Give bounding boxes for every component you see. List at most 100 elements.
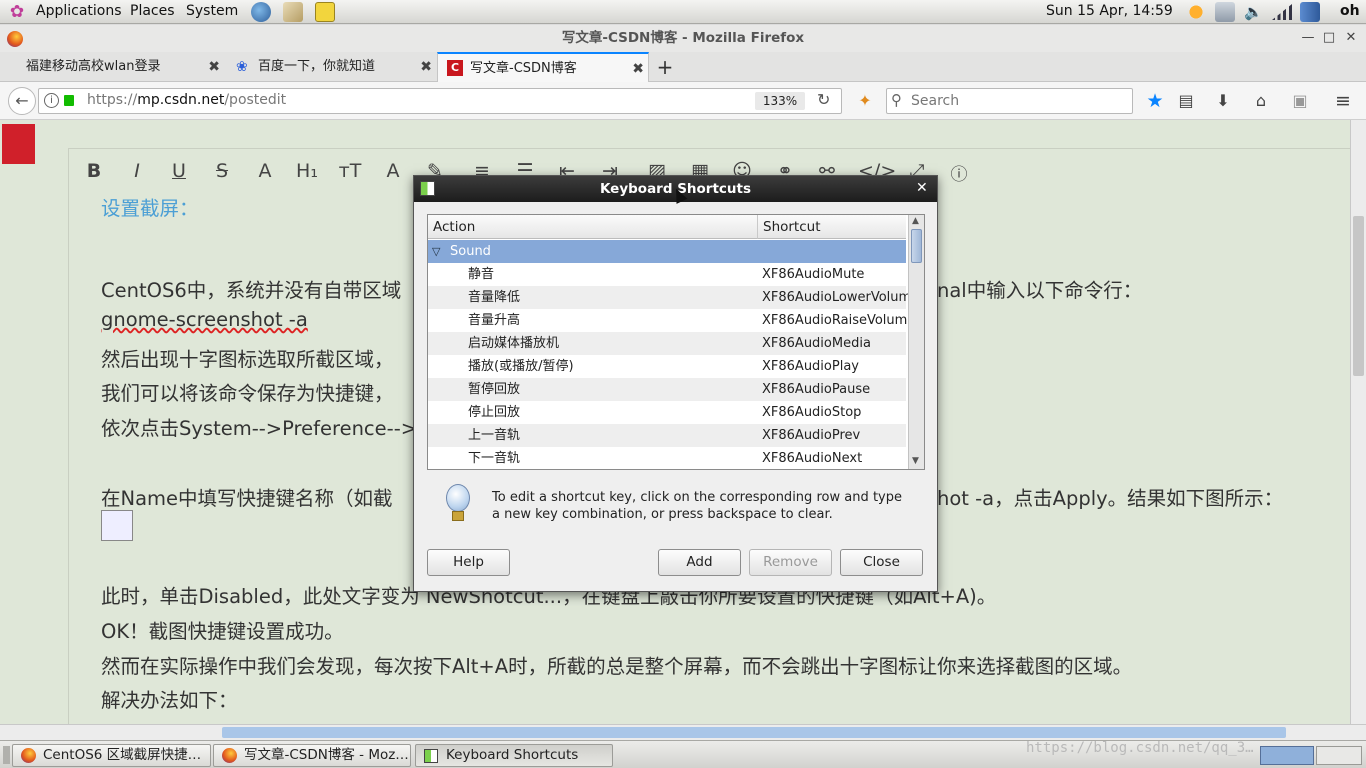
shortcut-row[interactable]: 音量升高 XF86AudioRaiseVolum	[428, 309, 907, 332]
minimize-button[interactable]: —	[1301, 31, 1315, 45]
workspace-switcher-2[interactable]	[1316, 746, 1362, 765]
menu-applications[interactable]: Applications	[36, 3, 122, 19]
extension-icon[interactable]: ✦	[855, 92, 875, 110]
taskbar-item-centos-article[interactable]: CentOS6 区域截屏快捷…	[12, 744, 211, 767]
shortcut-row[interactable]: 暂停回放 XF86AudioPause	[428, 378, 906, 401]
reading-list-icon[interactable]: ▤	[1176, 92, 1196, 110]
pocket-icon[interactable]: ▣	[1290, 92, 1310, 110]
info-text: To edit a shortcut key, click on the cor…	[492, 490, 902, 522]
network-icon[interactable]	[1215, 2, 1235, 22]
scroll-thumb[interactable]	[222, 727, 1286, 738]
remove-button[interactable]: Remove	[749, 549, 832, 576]
shortcut-row[interactable]: 启动媒体播放机 XF86AudioMedia	[428, 332, 906, 355]
close-window-button[interactable]: ✕	[1344, 31, 1358, 45]
vertical-scrollbar[interactable]	[1350, 120, 1366, 724]
tree-group-sound[interactable]: ▽ Sound	[428, 240, 906, 263]
text-line: 解决办法如下：	[101, 689, 238, 712]
font-color-icon[interactable]: A	[253, 160, 277, 182]
signal-icon[interactable]	[1272, 4, 1292, 20]
info-icon[interactable]: i	[44, 93, 59, 108]
firefox-icon	[222, 748, 237, 763]
dialog-close-icon[interactable]: ✕	[916, 180, 928, 196]
shortcut-row[interactable]: 下一音轨 XF86AudioNext	[428, 447, 906, 469]
shortcut-row[interactable]: 上一音轨 XF86AudioPrev	[428, 424, 906, 447]
row-action: 暂停回放	[468, 382, 521, 397]
search-icon: ⚲	[891, 91, 902, 109]
font-size-icon[interactable]: ᴛT	[338, 160, 362, 182]
menu-system[interactable]: System	[186, 3, 238, 19]
close-button[interactable]: Close	[840, 549, 923, 576]
taskbar-item-keyboard-shortcuts[interactable]: Keyboard Shortcuts	[415, 744, 613, 767]
mail-launcher-icon[interactable]	[283, 2, 303, 22]
italic-icon[interactable]: I	[125, 160, 149, 182]
panel-clock[interactable]: Sun 15 Apr, 14:59	[1046, 3, 1173, 19]
strikethrough-icon[interactable]: S	[210, 160, 234, 182]
taskbar-item-label: Keyboard Shortcuts	[446, 747, 579, 763]
tab-close-icon[interactable]: ✖	[632, 54, 644, 84]
lock-icon	[64, 95, 74, 106]
tab-label: 百度一下，你就知道	[258, 59, 376, 74]
bold-icon[interactable]: B	[82, 160, 106, 182]
heading-icon[interactable]: H₁	[295, 160, 319, 182]
window-title: 写文章-CSDN博客 - Mozilla Firefox	[0, 25, 1366, 52]
bookmark-star-icon[interactable]: ★	[1145, 92, 1165, 111]
menu-places[interactable]: Places	[130, 3, 175, 19]
back-button[interactable]: ←	[8, 87, 36, 115]
workspace-switcher[interactable]	[1260, 746, 1314, 765]
shortcut-row[interactable]: 播放(或播放/暂停) XF86AudioPlay	[428, 355, 906, 378]
maximize-button[interactable]: □	[1322, 31, 1336, 45]
url-text[interactable]: https://mp.csdn.net/postedit	[87, 92, 286, 108]
tab-csdn-write[interactable]: C 写文章-CSDN博客 ✖	[437, 52, 649, 82]
tab-wlan[interactable]: 福建移动高校wlan登录 ✖	[0, 52, 224, 82]
row-shortcut: XF86AudioMedia	[762, 336, 871, 351]
reload-icon[interactable]: ↻	[817, 90, 830, 109]
battery-icon[interactable]	[1300, 2, 1320, 22]
keyboard-icon	[424, 749, 438, 763]
text-line: 然而在实际操作中我们会发现，每次按下Alt+A时，所截的总是整个屏幕，而不会跳出…	[101, 655, 1133, 678]
underline-icon[interactable]: U	[167, 160, 191, 182]
volume-icon[interactable]: 🔈	[1244, 3, 1264, 21]
gnome-foot-icon[interactable]: ✿	[6, 2, 28, 22]
shortcut-tree[interactable]: Action Shortcut ▽ Sound 静音 XF86AudioMute …	[427, 214, 925, 470]
tab-label: 写文章-CSDN博客	[470, 61, 577, 76]
tab-close-icon[interactable]: ✖	[208, 52, 220, 82]
row-action: 播放(或播放/暂停)	[468, 359, 574, 374]
panel-user[interactable]: oh	[1340, 3, 1360, 19]
scroll-down-icon[interactable]: ▼	[912, 456, 919, 466]
browser-launcher-icon[interactable]	[251, 2, 271, 22]
broken-image-icon[interactable]	[101, 510, 133, 541]
expander-triangle-icon[interactable]: ▽	[432, 240, 440, 263]
url-bar[interactable]: i https://mp.csdn.net/postedit 133% ↻	[38, 88, 842, 114]
shortcut-row[interactable]: 静音 XF86AudioMute	[428, 263, 906, 286]
scroll-thumb[interactable]	[1353, 216, 1364, 376]
section-heading: 设置截屏：	[101, 197, 199, 220]
scroll-up-icon[interactable]: ▲	[912, 216, 919, 226]
add-button[interactable]: Add	[658, 549, 741, 576]
taskbar-item-firefox[interactable]: 写文章-CSDN博客 - Moz…	[213, 744, 411, 767]
text-line: 依次点击System-->Preference-->	[101, 417, 418, 440]
update-icon[interactable]	[1186, 2, 1206, 22]
downloads-icon[interactable]: ⬇	[1213, 92, 1233, 110]
menu-hamburger-icon[interactable]: ≡	[1333, 92, 1353, 111]
shortcut-row[interactable]: 音量降低 XF86AudioLowerVolum	[428, 286, 911, 309]
help-icon[interactable]: ⓘ	[947, 160, 971, 185]
horizontal-scrollbar[interactable]	[0, 724, 1366, 740]
shortcut-row[interactable]: 停止回放 XF86AudioStop	[428, 401, 906, 424]
column-header-shortcut[interactable]: Shortcut	[758, 215, 906, 239]
show-desktop-icon[interactable]	[3, 746, 10, 764]
column-header-action[interactable]: Action	[428, 215, 758, 239]
zoom-level[interactable]: 133%	[755, 92, 805, 110]
taskbar-item-label: 写文章-CSDN博客 - Moz…	[244, 747, 409, 763]
home-icon[interactable]: ⌂	[1251, 92, 1271, 110]
csdn-side-tab[interactable]	[2, 124, 35, 164]
search-bar[interactable]: ⚲ Search	[886, 88, 1133, 114]
tab-close-icon[interactable]: ✖	[420, 52, 432, 82]
new-tab-button[interactable]: +	[656, 55, 674, 79]
text-style-icon[interactable]: A	[381, 160, 405, 182]
help-button[interactable]: Help	[427, 549, 510, 576]
scroll-thumb[interactable]	[911, 229, 922, 263]
tree-scrollbar[interactable]: ▲ ▼	[908, 215, 924, 469]
tab-baidu[interactable]: ❀ 百度一下，你就知道 ✖	[226, 52, 436, 82]
notes-launcher-icon[interactable]	[315, 2, 335, 22]
text-line: CentOS6中，系统并没有自带区域	[101, 279, 402, 302]
